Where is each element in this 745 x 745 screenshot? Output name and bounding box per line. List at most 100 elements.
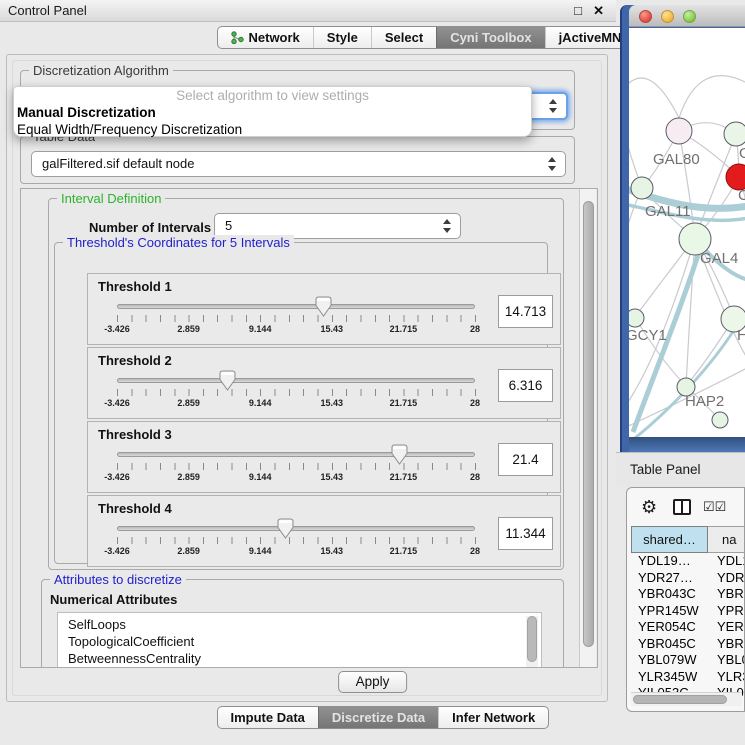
close-traffic-light-icon[interactable] <box>639 10 652 23</box>
dropdown-prompt[interactable]: Select algorithm to view settings <box>14 87 531 104</box>
table-row[interactable]: YBR045CYBR0 <box>631 636 745 653</box>
table-row[interactable]: YBL079WYBL0 <box>631 652 745 669</box>
table-row[interactable]: YPR145WYPR1 <box>631 603 745 620</box>
threshold-panel: Threshold 2 -3.4262.8599.14415.4321.7152… <box>87 347 561 419</box>
table-panel-window: ⚙ ☑☑ shared… na YDL19…YDL1 YDR27…YDR2 YB… <box>626 487 745 712</box>
tick-label: 2.859 <box>177 398 200 408</box>
tick-label: -3.426 <box>104 472 130 482</box>
tick-label: -3.426 <box>104 324 130 334</box>
slider-track[interactable] <box>117 304 475 309</box>
cell-name: YLR3 <box>708 669 745 686</box>
tick-label: 9.144 <box>249 546 272 556</box>
table-horizontal-scrollbar[interactable] <box>631 692 742 706</box>
cell-shared-name: YLR345W <box>631 669 708 686</box>
node-label-gal80: GAL80 <box>653 151 700 168</box>
columns-icon[interactable] <box>673 499 691 515</box>
slider-handle[interactable] <box>315 296 332 317</box>
table-row[interactable]: YDL19…YDL1 <box>631 553 745 570</box>
tab-select[interactable]: Select <box>371 27 436 48</box>
table-row[interactable]: YER054CYER0 <box>631 619 745 636</box>
table-data-value: galFiltered.sif default node <box>42 156 194 171</box>
scrollbar-thumb[interactable] <box>633 695 727 704</box>
scrollbar-thumb[interactable] <box>527 616 537 662</box>
slider-handle[interactable] <box>277 518 294 539</box>
node-partial-right[interactable] <box>724 122 745 146</box>
float-icon[interactable]: □ <box>574 0 582 22</box>
list-item[interactable]: TopologicalCoefficient <box>68 633 541 650</box>
slider-handle[interactable] <box>391 444 408 465</box>
threshold-value[interactable]: 14.713 <box>498 295 553 328</box>
table-rows: YDL19…YDL1 YDR27…YDR2 YBR043CYBR0 YPR145… <box>631 553 745 702</box>
tab-impute-label: Impute Data <box>231 710 305 725</box>
number-of-intervals-value: 5 <box>225 218 232 233</box>
node-gal80[interactable] <box>666 118 692 144</box>
column-header-name[interactable]: na <box>708 526 745 553</box>
node-label-gal4: GAL4 <box>700 250 738 267</box>
tab-style[interactable]: Style <box>313 27 371 48</box>
slider-track[interactable] <box>117 452 475 457</box>
tick-label: 9.144 <box>249 398 272 408</box>
select-columns-icon[interactable]: ☑☑ <box>703 499 726 515</box>
tick-label: 21.715 <box>390 324 418 334</box>
threshold-value[interactable]: 21.4 <box>498 443 553 476</box>
settings-vertical-scrollbar[interactable] <box>579 189 596 667</box>
dropdown-item-equal-width[interactable]: Equal Width/Frequency Discretization <box>14 121 531 138</box>
tick-label: 2.859 <box>177 324 200 334</box>
threshold-label: Threshold 3 <box>98 427 172 442</box>
tab-infer-network[interactable]: Infer Network <box>438 707 548 728</box>
node-gal11[interactable] <box>631 177 653 199</box>
table-row[interactable]: YBR043CYBR0 <box>631 586 745 603</box>
tab-infer-label: Infer Network <box>452 710 535 725</box>
combo-arrows-icon <box>549 99 558 113</box>
tab-style-label: Style <box>327 30 358 45</box>
threshold-panels: Threshold 1 -3.4262.8599.14415.4321.7152… <box>87 273 561 569</box>
tick-label: 21.715 <box>390 472 418 482</box>
slider-ticks <box>117 537 476 544</box>
network-canvas[interactable]: GAL80 GA C GAL11 GAL4 GCY1 H HAP2 <box>629 28 745 437</box>
bottom-tabs: Impute Data Discretize Data Infer Networ… <box>217 706 550 729</box>
dropdown-item-manual[interactable]: Manual Discretization <box>14 104 531 121</box>
close-icon[interactable]: ✕ <box>593 0 604 22</box>
gear-icon[interactable]: ⚙ <box>641 495 657 519</box>
table-data-combobox[interactable]: galFiltered.sif default node <box>31 151 566 177</box>
list-item[interactable]: BetweennessCentrality <box>68 650 541 667</box>
cell-name: YER0 <box>708 619 745 636</box>
minimize-traffic-light-icon[interactable] <box>661 10 674 23</box>
threshold-value[interactable]: 11.344 <box>498 517 553 550</box>
zoom-traffic-light-icon[interactable] <box>683 10 696 23</box>
tab-select-label: Select <box>385 30 423 45</box>
scrollbar-thumb[interactable] <box>583 201 594 647</box>
tick-label: 9.144 <box>249 472 272 482</box>
panel-title: Control Panel <box>8 3 87 18</box>
tab-impute-data[interactable]: Impute Data <box>218 707 318 728</box>
cell-shared-name: YBR045C <box>631 636 708 653</box>
slider-handle[interactable] <box>219 370 236 391</box>
column-header-shared-name[interactable]: shared… <box>631 526 708 553</box>
apply-button[interactable]: Apply <box>338 671 408 693</box>
cell-name: YBR0 <box>708 586 745 603</box>
combo-arrows-icon <box>548 157 557 171</box>
tab-network[interactable]: Network <box>218 27 313 48</box>
network-graph: GAL80 GA C GAL11 GAL4 GCY1 H HAP2 <box>629 28 745 437</box>
interval-definition-group: Interval Definition Number of Intervals … <box>48 198 564 570</box>
thresholds-group-title: Threshold's Coordinates for 5 Intervals <box>63 235 294 250</box>
network-window-titlebar <box>629 5 745 27</box>
list-item[interactable]: SelfLoops <box>68 616 541 633</box>
table-row[interactable]: YDR27…YDR2 <box>631 570 745 587</box>
network-icon <box>231 29 244 49</box>
slider-track[interactable] <box>117 378 475 383</box>
control-panel-tabs: Network Style Select Cyni Toolbox jActiv… <box>217 26 678 49</box>
tab-discretize-data[interactable]: Discretize Data <box>318 707 438 728</box>
slider-ticks <box>117 315 476 322</box>
node-label-partial-g: GA <box>739 145 745 162</box>
attributes-list-scrollbar[interactable] <box>526 616 538 668</box>
slider-track[interactable] <box>117 526 475 531</box>
threshold-value[interactable]: 6.316 <box>498 369 553 402</box>
settings-scrollpane: Interval Definition Number of Intervals … <box>20 188 598 668</box>
tab-cyni-toolbox[interactable]: Cyni Toolbox <box>436 27 544 48</box>
table-row[interactable]: YLR345WYLR3 <box>631 669 745 686</box>
node-partial-bottom[interactable] <box>712 412 728 428</box>
node-gcy1[interactable] <box>629 309 644 327</box>
node-label-hap2: HAP2 <box>685 393 724 410</box>
tick-label: 28 <box>470 546 480 556</box>
